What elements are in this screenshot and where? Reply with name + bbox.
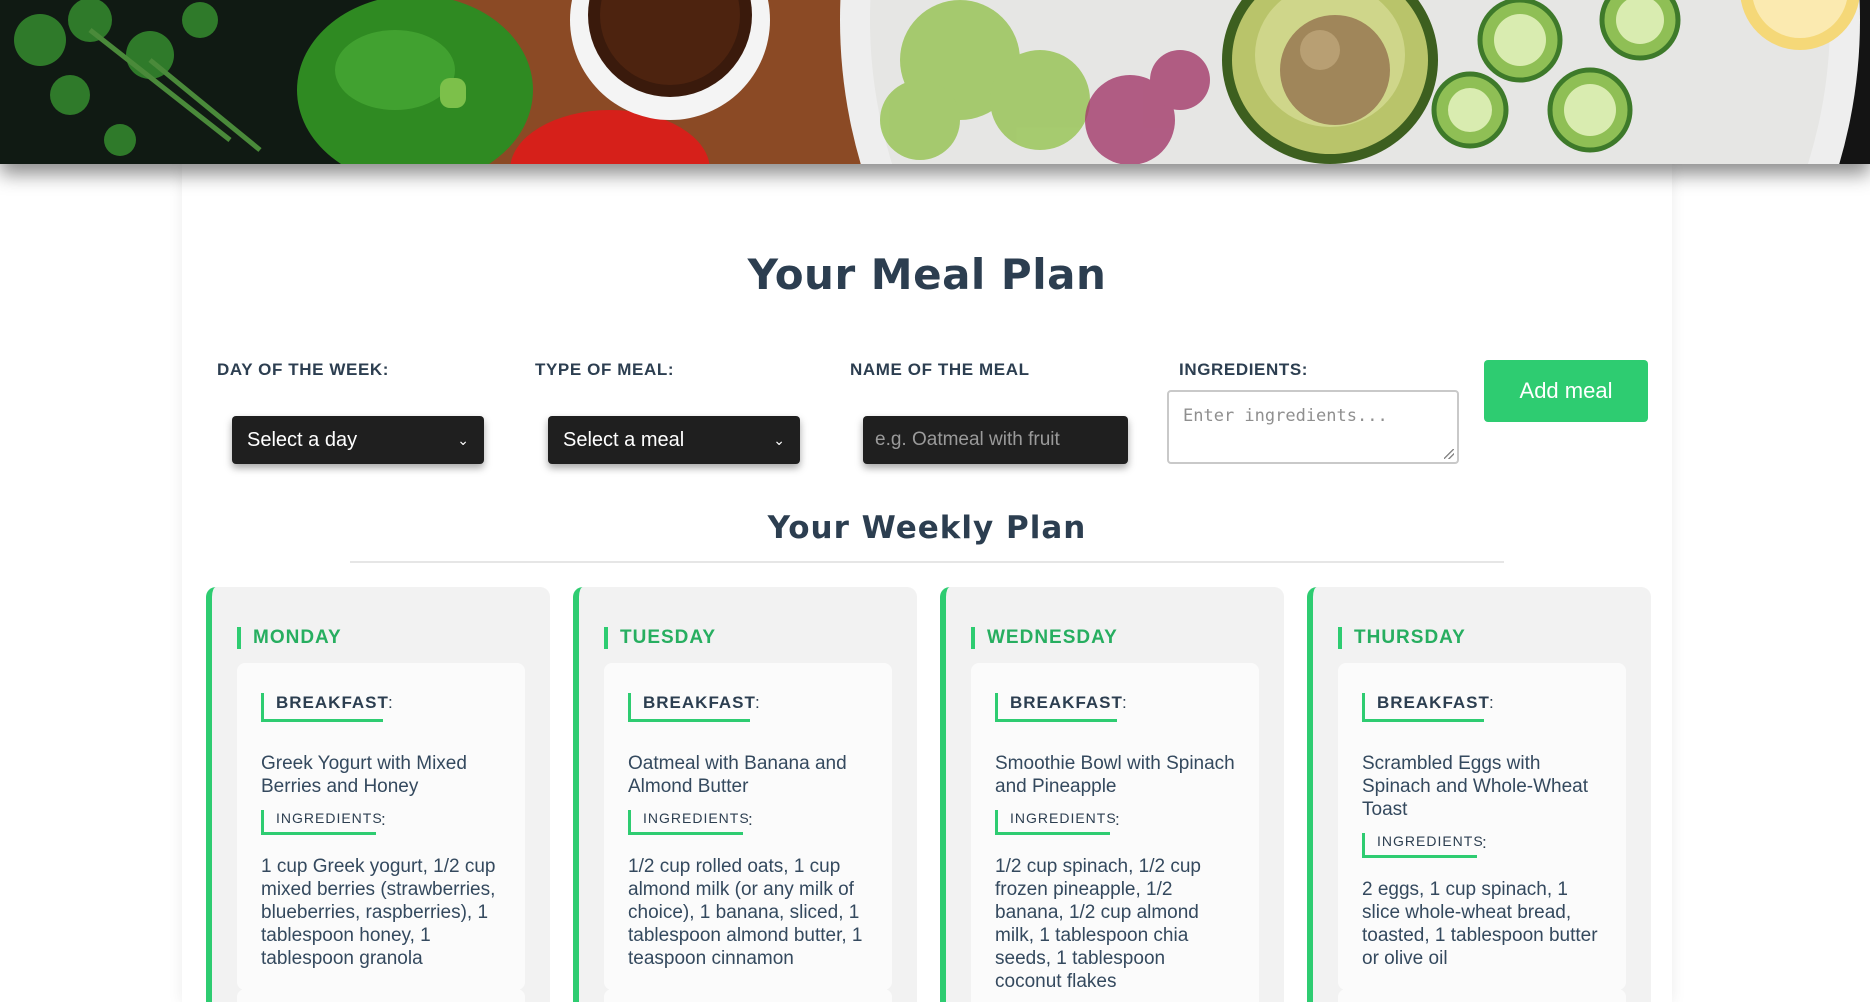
day-select-value: Select a day	[247, 428, 358, 451]
meal-type-select[interactable]: Select a meal ⌄	[548, 416, 800, 464]
colon: :	[1482, 833, 1487, 852]
weekly-plan-title: Your Weekly Plan	[767, 510, 1087, 546]
meal-card	[604, 989, 892, 1002]
meal-card: BREAKFAST : Scrambled Eggs with Spinach …	[1338, 663, 1626, 990]
page-title: Your Meal Plan	[747, 250, 1107, 299]
colon: :	[388, 693, 393, 712]
day-of-week-label: DAY OF THE WEEK:	[217, 360, 390, 379]
meal-card	[1338, 989, 1626, 1002]
meal-type-label: BREAKFAST	[1362, 693, 1489, 722]
ingredients-heading: INGREDIENTS	[628, 810, 749, 835]
ingredients-heading: INGREDIENTS	[1362, 833, 1483, 858]
meal-type-label: BREAKFAST	[261, 693, 388, 722]
ingredients-heading: INGREDIENTS	[261, 810, 382, 835]
day-select[interactable]: Select a day ⌄	[232, 416, 484, 464]
ingredients-text: 2 eggs, 1 cup spinach, 1 slice whole-whe…	[1362, 879, 1598, 969]
day-card-tuesday: TUESDAY BREAKFAST : Oatmeal with Banana …	[573, 587, 917, 1002]
meal-type-label: TYPE OF MEAL:	[535, 360, 675, 379]
hero-banner-image	[0, 0, 1870, 164]
meal-name: Smoothie Bowl with Spinach and Pineapple	[995, 753, 1235, 797]
day-title: THURSDAY	[1338, 627, 1466, 649]
meal-name: Scrambled Eggs with Spinach and Whole-Wh…	[1362, 753, 1589, 820]
meal-type-label: BREAKFAST	[628, 693, 755, 722]
colon: :	[1115, 810, 1120, 829]
ingredients-label: INGREDIENTS:	[1179, 360, 1309, 379]
meal-card: BREAKFAST : Greek Yogurt with Mixed Berr…	[237, 663, 525, 990]
ingredients-text: 1 cup Greek yogurt, 1/2 cup mixed berrie…	[261, 856, 496, 969]
colon: :	[1489, 693, 1494, 712]
day-title: TUESDAY	[604, 627, 716, 649]
colon: :	[1122, 693, 1127, 712]
vegetables-illustration	[0, 0, 1870, 164]
meal-name-input[interactable]: e.g. Oatmeal with fruit	[863, 416, 1128, 464]
ingredients-text: 1/2 cup spinach, 1/2 cup frozen pineappl…	[995, 856, 1201, 992]
ingredients-placeholder: Enter ingredients...	[1183, 406, 1388, 426]
ingredients-text: 1/2 cup rolled oats, 1 cup almond milk (…	[628, 856, 863, 969]
resize-handle-icon[interactable]	[1444, 449, 1454, 459]
colon: :	[748, 810, 753, 829]
add-meal-button[interactable]: Add meal	[1484, 360, 1648, 422]
section-divider	[350, 561, 1504, 563]
chevron-down-icon: ⌄	[457, 431, 469, 448]
meal-name: Greek Yogurt with Mixed Berries and Hone…	[261, 753, 467, 797]
day-card-monday: MONDAY BREAKFAST : Greek Yogurt with Mix…	[206, 587, 550, 1002]
chevron-down-icon: ⌄	[773, 431, 785, 448]
meal-name-label: NAME OF THE MEAL	[850, 360, 1030, 379]
ingredients-textarea[interactable]: Enter ingredients...	[1167, 390, 1459, 464]
day-card-thursday: THURSDAY BREAKFAST : Scrambled Eggs with…	[1307, 587, 1651, 1002]
meal-plan-container: Your Meal Plan DAY OF THE WEEK: TYPE OF …	[182, 164, 1672, 1002]
day-title: WEDNESDAY	[971, 627, 1118, 649]
meal-card: BREAKFAST : Oatmeal with Banana and Almo…	[604, 663, 892, 990]
meal-type-select-value: Select a meal	[563, 428, 685, 451]
weekly-days-grid: MONDAY BREAKFAST : Greek Yogurt with Mix…	[206, 587, 1651, 1002]
meal-name: Oatmeal with Banana and Almond Butter	[628, 753, 847, 797]
colon: :	[755, 693, 760, 712]
meal-card	[237, 989, 525, 1002]
meal-type-label: BREAKFAST	[995, 693, 1122, 722]
ingredients-heading: INGREDIENTS	[995, 810, 1116, 835]
day-card-wednesday: WEDNESDAY BREAKFAST : Smoothie Bowl with…	[940, 587, 1284, 1002]
meal-card: BREAKFAST : Smoothie Bowl with Spinach a…	[971, 663, 1259, 1002]
colon: :	[381, 810, 386, 829]
meal-name-placeholder: e.g. Oatmeal with fruit	[875, 429, 1060, 450]
day-title: MONDAY	[237, 627, 342, 649]
